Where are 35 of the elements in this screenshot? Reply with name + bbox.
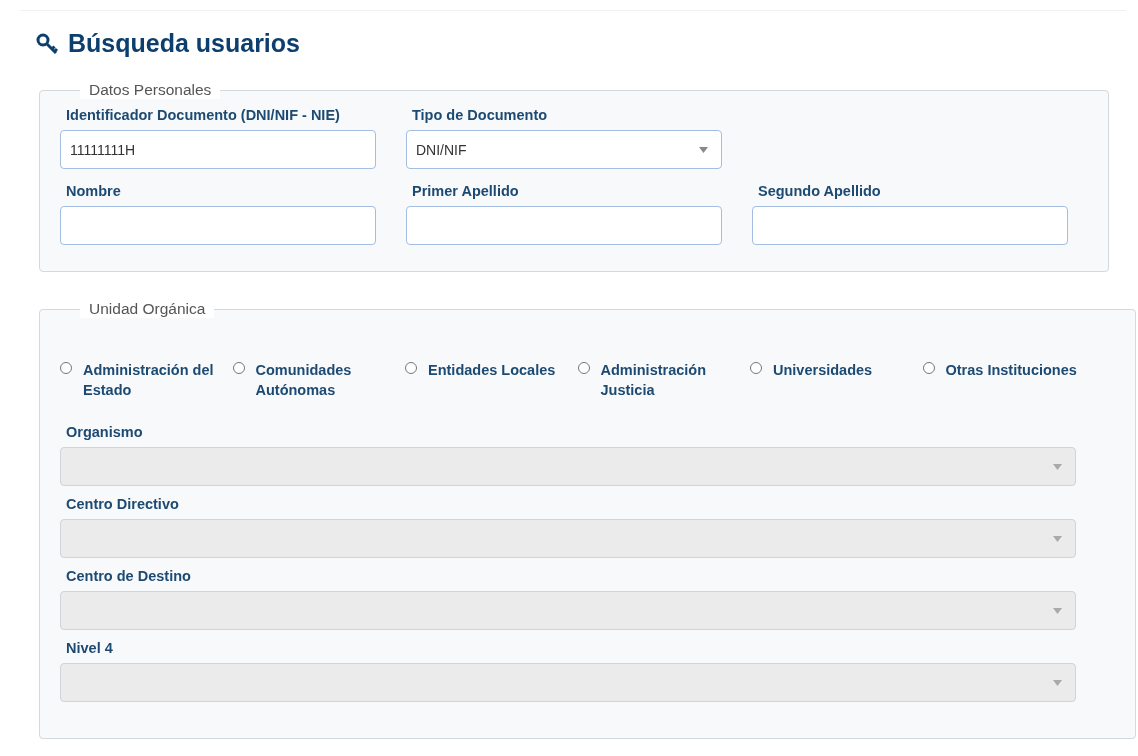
panel-legend: Unidad Orgánica: [80, 300, 215, 318]
input-field[interactable]: [406, 206, 722, 245]
radio-button[interactable]: [405, 362, 417, 374]
field-label: Primer Apellido: [411, 183, 519, 199]
field-label: Identificador Documento (DNI/NIF - NIE): [65, 107, 340, 123]
panel-legend: Datos Personales: [80, 81, 221, 99]
field-label: Nombre: [65, 183, 121, 199]
key-icon: [36, 31, 60, 56]
caret-icon: [1053, 679, 1062, 686]
radio-button[interactable]: [577, 362, 590, 374]
field-label: Centro Directivo: [65, 496, 179, 512]
radio-button[interactable]: [60, 362, 72, 374]
radio-label[interactable]: Comunidades Autónomas: [255, 360, 396, 400]
caret-icon: [699, 146, 708, 153]
radio-button[interactable]: [922, 362, 935, 374]
caret-icon: [1053, 535, 1062, 542]
field-label: Centro de Destino: [65, 568, 191, 584]
page-title: Búsqueda usuarios: [68, 29, 300, 58]
dropdown-field[interactable]: DNI/NIF: [406, 130, 722, 169]
field-label: Organismo: [65, 424, 143, 440]
field-label: Nivel 4: [65, 640, 113, 656]
radio-button[interactable]: [750, 362, 762, 374]
input-field[interactable]: [752, 206, 1068, 245]
radio-label[interactable]: Administración Justicia: [600, 360, 741, 400]
caret-icon: [1053, 607, 1062, 614]
input-field[interactable]: 11111111H: [60, 130, 376, 169]
input-field[interactable]: [60, 206, 376, 245]
radio-label[interactable]: Universidades: [773, 360, 873, 380]
radio-label[interactable]: Otras Instituciones: [945, 360, 1077, 380]
field-label: Segundo Apellido: [757, 183, 881, 199]
field-label: Tipo de Documento: [411, 107, 548, 123]
radio-label[interactable]: Administración del Estado: [83, 360, 223, 400]
radio-label[interactable]: Entidades Locales: [428, 360, 556, 380]
radio-button[interactable]: [232, 362, 245, 374]
caret-icon: [1053, 463, 1062, 470]
